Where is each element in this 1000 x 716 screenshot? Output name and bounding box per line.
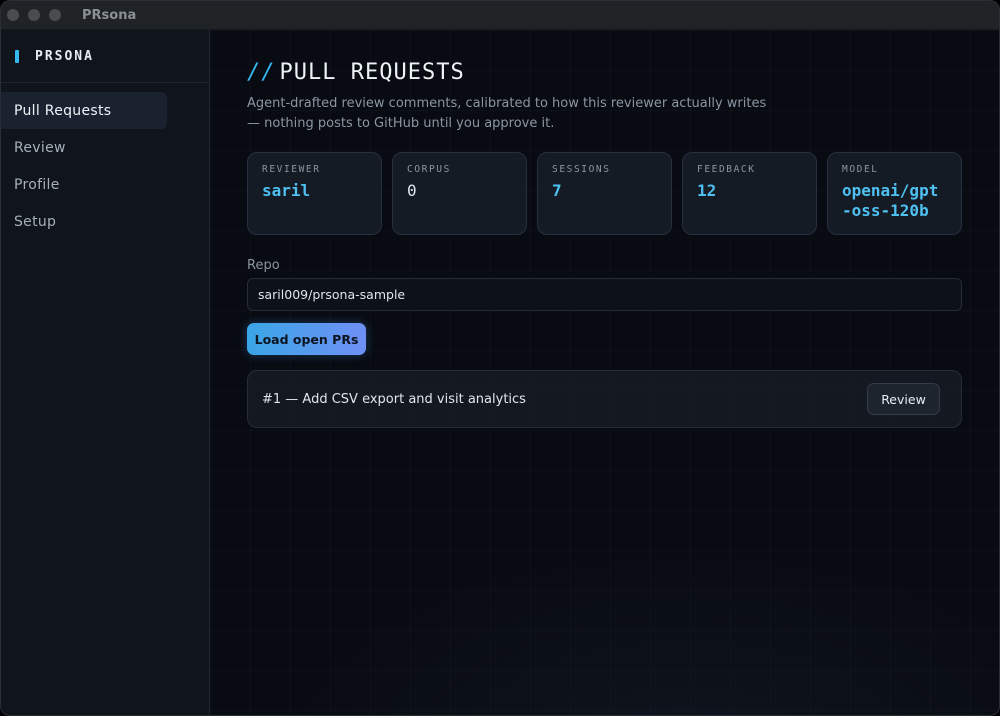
stats-row: REVIEWER saril CORPUS 0 SESSIONS 7 FEEDB… — [247, 152, 962, 235]
stat-label: REVIEWER — [262, 164, 321, 175]
zoom-window-button[interactable] — [49, 9, 61, 21]
stat-value: 0 — [407, 181, 417, 200]
title-prefix: // — [247, 60, 276, 85]
stat-card-corpus: CORPUS 0 — [392, 152, 527, 235]
repo-input[interactable] — [247, 278, 962, 311]
stat-label: SESSIONS — [552, 164, 611, 175]
pr-list-item[interactable]: #1 — Add CSV export and visit analytics … — [247, 370, 962, 428]
stat-card-reviewer: REVIEWER saril — [247, 152, 382, 235]
stat-label: CORPUS — [407, 164, 451, 175]
brand-name: PRSONA — [35, 48, 94, 64]
stat-value: 7 — [552, 181, 562, 200]
title-text: PULL REQUESTS — [279, 60, 465, 85]
page-title: //PULL REQUESTS — [247, 60, 465, 85]
pr-title: #1 — Add CSV export and visit analytics — [262, 391, 526, 407]
title-bar: PRsona — [1, 1, 999, 30]
stat-value: 12 — [697, 181, 717, 200]
window-controls — [7, 9, 61, 21]
close-window-button[interactable] — [7, 9, 19, 21]
app-window: PRsona PRSONA Pull Requests Review Profi… — [0, 0, 1000, 716]
stat-card-model: MODEL openai/gpt-oss-120b — [827, 152, 962, 235]
sidebar-item-setup[interactable]: Setup — [1, 203, 167, 240]
stat-label: MODEL — [842, 164, 879, 175]
review-pr-button[interactable]: Review — [867, 383, 940, 415]
repo-label: Repo — [247, 258, 280, 273]
sidebar-item-review[interactable]: Review — [1, 129, 167, 166]
stat-card-sessions: SESSIONS 7 — [537, 152, 672, 235]
sidebar-item-pull-requests[interactable]: Pull Requests — [1, 92, 167, 129]
sidebar: PRSONA Pull Requests Review Profile Setu… — [1, 30, 210, 715]
stat-label: FEEDBACK — [697, 164, 756, 175]
window-title: PRsona — [82, 7, 137, 23]
stat-value: openai/gpt-oss-120b — [842, 181, 939, 220]
brand-accent-bar — [15, 49, 19, 63]
page-subtitle: Agent-drafted review comments, calibrate… — [247, 96, 767, 131]
brand: PRSONA — [1, 30, 209, 83]
sidebar-item-profile[interactable]: Profile — [1, 166, 167, 203]
stat-card-feedback: FEEDBACK 12 — [682, 152, 817, 235]
minimize-window-button[interactable] — [28, 9, 40, 21]
stat-value: saril — [262, 181, 311, 200]
load-open-prs-button[interactable]: Load open PRs — [247, 323, 366, 355]
main-content: //PULL REQUESTS Agent-drafted review com… — [210, 30, 999, 715]
sidebar-nav: Pull Requests Review Profile Setup — [1, 92, 209, 240]
